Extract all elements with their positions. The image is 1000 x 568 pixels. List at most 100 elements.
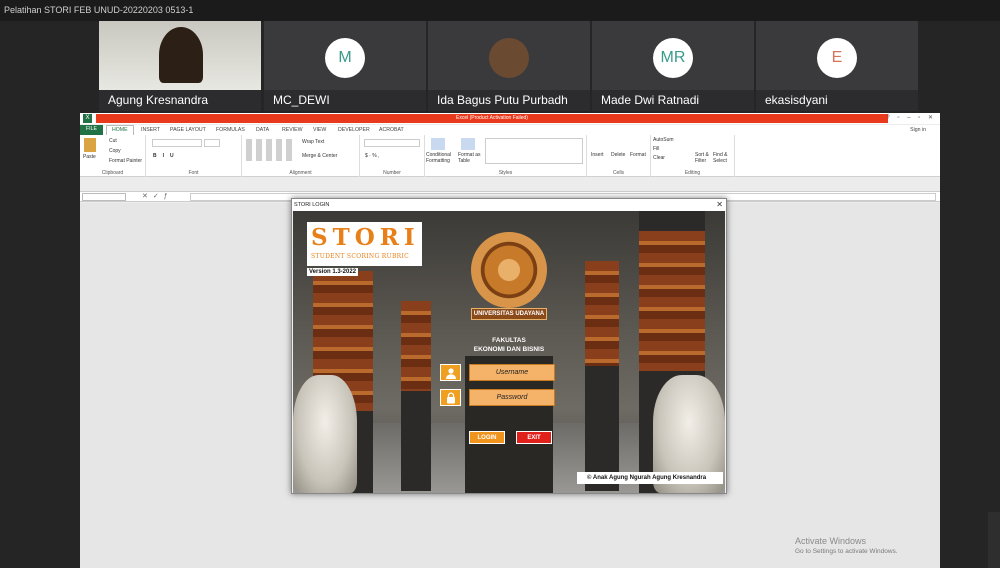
- find-select-button[interactable]: Find & Select: [713, 152, 733, 164]
- stori-login-dialog: STORI LOGIN ✕ STORI STUDENT SCORING RUBR…: [291, 198, 727, 494]
- font-name-select[interactable]: [152, 139, 202, 147]
- format-as-table-button[interactable]: Format as Table: [458, 152, 482, 164]
- pillar-carving: [639, 231, 705, 371]
- sort-filter-button[interactable]: Sort & Filter: [695, 152, 713, 164]
- participant-name: Ida Bagus Putu Purbadh: [428, 90, 590, 111]
- participant-tile[interactable]: MR Made Dwi Ratnadi: [592, 21, 754, 111]
- faculty-label: FAKULTAS EKONOMI DAN BISNIS: [465, 336, 553, 356]
- tab-home[interactable]: HOME: [106, 125, 134, 135]
- merge-center-button[interactable]: Merge & Center: [302, 153, 337, 159]
- version-label: Version 1.3-2022: [307, 268, 359, 276]
- group-label: Number: [383, 170, 401, 176]
- tab-formulas[interactable]: FORMULAS: [216, 127, 245, 133]
- activate-windows-subtitle: Go to Settings to activate Windows.: [795, 548, 898, 555]
- participant-name: Agung Kresnandra: [99, 90, 261, 111]
- activate-windows-title: Activate Windows: [795, 536, 867, 546]
- exit-button[interactable]: EXIT: [516, 431, 552, 444]
- group-label: Editing: [684, 170, 701, 176]
- excel-title: Excel (Product Activation Failed): [96, 114, 888, 123]
- meeting-title: Pelatihan STORI FEB UNUD-20220203 0513-1: [0, 0, 1000, 21]
- avatar: E: [817, 38, 857, 78]
- avatar: M: [325, 38, 365, 78]
- paste-icon: [84, 138, 96, 152]
- conditional-formatting-icon: [431, 138, 445, 150]
- stori-logo: STORI STUDENT SCORING RUBRIC: [307, 222, 422, 266]
- login-background: STORI STUDENT SCORING RUBRIC Version 1.3…: [293, 211, 725, 493]
- scrollbar[interactable]: [988, 512, 1000, 568]
- participant-tile[interactable]: E ekasisdyani: [756, 21, 918, 111]
- alignment-group: Wrap Text Merge & Center Alignment: [242, 135, 360, 177]
- cells-group: Insert Delete Format Cells: [587, 135, 651, 177]
- cut-button[interactable]: Cut: [109, 138, 117, 144]
- close-icon[interactable]: ✕: [716, 199, 723, 211]
- tab-acrobat[interactable]: ACROBAT: [379, 127, 404, 133]
- user-icon: [440, 364, 461, 381]
- participant-tile[interactable]: Ida Bagus Putu Purbadh: [428, 21, 590, 111]
- cell-styles-gallery[interactable]: [485, 138, 583, 164]
- number-format-select[interactable]: [364, 139, 420, 147]
- participant-video: [99, 21, 261, 90]
- number-group: $ · % , Number: [360, 135, 425, 177]
- tab-page-layout[interactable]: PAGE LAYOUT: [170, 127, 206, 133]
- university-label: UNIVERSITAS UDAYANA: [471, 308, 547, 320]
- format-button[interactable]: Format: [630, 152, 646, 158]
- group-label: Styles: [498, 170, 513, 176]
- lock-icon: [440, 389, 461, 406]
- copy-button[interactable]: Copy: [109, 148, 121, 154]
- avatar: [489, 38, 529, 78]
- ribbon: Paste Cut Copy Format Painter Clipboard …: [80, 135, 940, 177]
- bold-italic-underline[interactable]: BIU: [153, 153, 180, 159]
- participant-tile[interactable]: Agung Kresnandra: [99, 21, 261, 111]
- format-painter-button[interactable]: Format Painter: [109, 158, 142, 164]
- excel-icon: X: [83, 114, 92, 123]
- tab-file[interactable]: FILE: [80, 125, 103, 135]
- fill-button[interactable]: Fill: [653, 146, 659, 152]
- clipboard-group: Paste Cut Copy Format Painter Clipboard: [80, 135, 146, 177]
- group-label: Alignment: [289, 170, 312, 176]
- participant-tile[interactable]: M MC_DEWI: [264, 21, 426, 111]
- ribbon-tabs: FILE HOME INSERT PAGE LAYOUT FORMULAS DA…: [80, 125, 940, 135]
- percent-icon[interactable]: $ · % ,: [365, 153, 379, 159]
- autosum-button[interactable]: AutoSum: [653, 137, 674, 143]
- delete-button[interactable]: Delete: [611, 152, 625, 158]
- logo-subtitle: STUDENT SCORING RUBRIC: [311, 253, 410, 260]
- paste-button[interactable]: Paste: [83, 154, 96, 160]
- person-silhouette: [159, 27, 203, 83]
- pillar-carving: [585, 261, 619, 366]
- name-box[interactable]: [82, 193, 126, 201]
- tab-review[interactable]: REVIEW: [282, 127, 302, 133]
- university-emblem-icon: [471, 232, 547, 308]
- statue-left: [293, 375, 357, 493]
- tab-data[interactable]: DATA: [256, 127, 269, 133]
- styles-group: Conditional Formatting Format as Table S…: [425, 135, 587, 177]
- password-field[interactable]: Password: [469, 389, 555, 406]
- participant-name: Made Dwi Ratnadi: [592, 90, 754, 111]
- formula-icons[interactable]: ✕✓ƒ: [142, 192, 173, 200]
- wrap-text-button[interactable]: Wrap Text: [302, 139, 324, 145]
- conditional-formatting-button[interactable]: Conditional Formatting: [426, 152, 456, 164]
- group-label: Clipboard: [101, 170, 124, 176]
- insert-button[interactable]: Insert: [591, 152, 604, 158]
- participant-name: ekasisdyani: [756, 90, 918, 111]
- editing-group: AutoSum Fill Clear Sort & Filter Find & …: [651, 135, 735, 177]
- participant-name: MC_DEWI: [264, 90, 426, 111]
- login-button[interactable]: LOGIN: [469, 431, 505, 444]
- username-field[interactable]: Username: [469, 364, 555, 381]
- tab-insert[interactable]: INSERT: [141, 127, 160, 133]
- copyright-label: © Anak Agung Ngurah Agung Kresnandra: [577, 472, 723, 484]
- font-size-select[interactable]: [204, 139, 220, 147]
- font-group: BIU Font: [146, 135, 242, 177]
- tab-developer[interactable]: DEVELOPER: [338, 127, 370, 133]
- align-icons[interactable]: [246, 139, 296, 161]
- clear-button[interactable]: Clear: [653, 155, 665, 161]
- excel-titlebar: X Excel (Product Activation Failed) ? ▫ …: [80, 113, 940, 124]
- tab-view[interactable]: VIEW: [313, 127, 326, 133]
- dialog-title: STORI LOGIN: [292, 199, 726, 211]
- logo-text: STORI: [311, 224, 420, 251]
- sign-in-link[interactable]: Sign in: [910, 127, 926, 133]
- faculty-line2: EKONOMI DAN BISNIS: [473, 346, 545, 353]
- window-controls[interactable]: ? ▫ – ▫ ✕: [886, 114, 936, 121]
- avatar: MR: [653, 38, 693, 78]
- group-label: Font: [188, 170, 199, 176]
- faculty-line1: FAKULTAS: [492, 337, 526, 344]
